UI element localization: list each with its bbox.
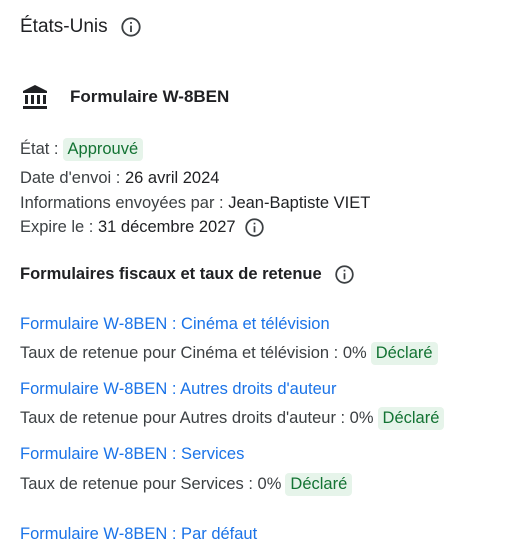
withholding-rate-row: Taux de retenue pour Cinéma et télévisio… bbox=[20, 342, 438, 365]
withholding-rate-row: Taux de retenue pour Autres droits d'aut… bbox=[20, 407, 445, 430]
tax-form-link-services[interactable]: Formulaire W-8BEN : Services bbox=[20, 445, 244, 464]
country-header: États-Unis bbox=[20, 16, 142, 38]
info-icon[interactable] bbox=[334, 264, 355, 285]
withholding-rate-text: Taux de retenue pour Autres droits d'aut… bbox=[20, 409, 374, 427]
sent-date-row: Date d'envoi : 26 avril 2024 bbox=[20, 169, 219, 188]
info-icon[interactable] bbox=[244, 217, 265, 238]
expires-row: Expire le : 31 décembre 2027 bbox=[20, 217, 265, 238]
withholding-rate-text: Taux de retenue pour Services : 0% bbox=[20, 475, 282, 493]
tax-form-link-copyright[interactable]: Formulaire W-8BEN : Autres droits d'aute… bbox=[20, 380, 336, 399]
info-icon[interactable] bbox=[120, 16, 142, 38]
sent-date-label: Date d'envoi : bbox=[20, 169, 121, 187]
sent-by-label: Informations envoyées par : bbox=[20, 194, 224, 212]
withholding-rate-text: Taux de retenue pour Cinéma et télévisio… bbox=[20, 344, 367, 362]
section-title: Formulaires fiscaux et taux de retenue bbox=[20, 264, 355, 285]
form-row: Formulaire W-8BEN bbox=[20, 82, 229, 112]
country-name: États-Unis bbox=[20, 16, 108, 37]
expires-value: 31 décembre 2027 bbox=[97, 218, 236, 236]
tax-form-link-default[interactable]: Formulaire W-8BEN : Par défaut bbox=[20, 525, 257, 544]
bank-icon bbox=[20, 82, 50, 112]
declared-badge: Déclaré bbox=[370, 342, 438, 365]
tax-form-link-cinema[interactable]: Formulaire W-8BEN : Cinéma et télévision bbox=[20, 315, 330, 334]
declared-badge: Déclaré bbox=[285, 473, 353, 496]
form-name: Formulaire W-8BEN bbox=[70, 87, 230, 106]
withholding-rate-row: Taux de retenue pour Services : 0% Décla… bbox=[20, 473, 353, 496]
declared-badge: Déclaré bbox=[377, 407, 445, 430]
sent-by-value: Jean-Baptiste VIET bbox=[228, 194, 371, 212]
sent-by-row: Informations envoyées par : Jean-Baptist… bbox=[20, 194, 370, 213]
section-title-text: Formulaires fiscaux et taux de retenue bbox=[20, 265, 322, 283]
sent-date-value: 26 avril 2024 bbox=[124, 169, 220, 187]
expires-label: Expire le : bbox=[20, 218, 94, 236]
status-row: État : Approuvé bbox=[20, 138, 144, 161]
status-badge: Approuvé bbox=[62, 138, 144, 161]
status-label: État : bbox=[20, 140, 59, 158]
